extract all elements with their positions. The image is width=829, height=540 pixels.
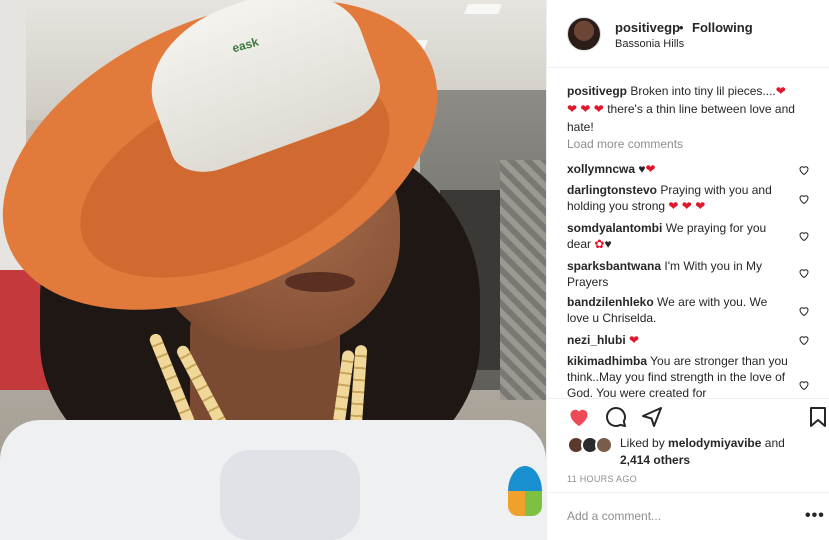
post-timestamp[interactable]: 11 HOURS AGO (567, 474, 637, 484)
caption-text: Broken into tiny lil pieces.... (630, 84, 776, 98)
comment-username[interactable]: nezi_hlubi (567, 333, 626, 347)
share-arrow-icon[interactable] (640, 405, 666, 431)
likes-prefix: Liked by (620, 436, 665, 450)
comment-item: sparksbantwana I'm With you in My Prayer… (567, 258, 789, 290)
photo-shirt-logo (508, 466, 542, 516)
photo-ceiling-light (464, 4, 502, 14)
bookmark-icon[interactable] (806, 405, 829, 431)
likes-count-link[interactable]: 2,414 others (620, 453, 690, 467)
comment-like-heart-icon[interactable] (798, 378, 812, 392)
photo-lips (285, 272, 355, 292)
header-separator: • (679, 20, 684, 35)
comment-username[interactable]: bandzilenhleko (567, 295, 654, 309)
comment-like-heart-icon[interactable] (798, 304, 812, 318)
comment-item: kikimadhimba You are stronger than you t… (567, 353, 789, 398)
load-more-comments-button[interactable]: Load more comments (567, 137, 683, 151)
heart-icon[interactable] (567, 405, 593, 431)
add-comment-input[interactable] (567, 509, 787, 523)
comment-like-heart-icon[interactable] (798, 229, 812, 243)
red-heart-emoji: ❤ (629, 333, 640, 347)
comment-item: nezi_hlubi ❤ (567, 332, 789, 348)
comment-username[interactable]: somdyalantombi (567, 221, 662, 235)
red-heart-emoji: ❤ (645, 162, 656, 176)
red-heart-emoji: ❤ ❤ ❤ (668, 199, 706, 213)
author-avatar[interactable] (567, 17, 601, 51)
comments-list[interactable]: positivegp Broken into tiny lil pieces..… (547, 68, 829, 398)
photo-stone-wall (500, 160, 546, 400)
comment-like-heart-icon[interactable] (798, 333, 812, 347)
post-header: positivegp • Following Bassonia Hills (547, 0, 829, 68)
comment-item: xollymncwa ♥❤ (567, 161, 789, 177)
comment-username[interactable]: sparksbantwana (567, 259, 661, 273)
liker-avatar[interactable] (595, 436, 613, 454)
following-button[interactable]: Following (692, 20, 753, 35)
rose-emoji: ✿ (594, 237, 605, 251)
caption-username[interactable]: positivegp (567, 84, 627, 98)
likes-and: and (764, 436, 785, 450)
more-options-icon[interactable]: ••• (805, 507, 825, 525)
comment-like-heart-icon[interactable] (798, 163, 812, 177)
photo-shirt-fold (220, 450, 360, 540)
comment-username[interactable]: xollymncwa (567, 162, 635, 176)
comment-item: darlingtonstevo Praying with you and hol… (567, 182, 789, 214)
post-side-panel: positivegp • Following Bassonia Hills po… (546, 0, 829, 540)
add-comment-bar: ••• (547, 492, 829, 540)
liker-username[interactable]: melodymiyavibe (668, 436, 761, 450)
author-username[interactable]: positivegp (615, 20, 680, 35)
black-heart-emoji: ♥ (604, 237, 612, 251)
comment-like-heart-icon[interactable] (798, 266, 812, 280)
black-heart-emoji: ♥ (638, 162, 646, 176)
comment-like-heart-icon[interactable] (798, 192, 812, 206)
comment-username[interactable]: kikimadhimba (567, 354, 647, 368)
red-heart-emoji: ❤ ❤ ❤ (567, 102, 604, 116)
likes-summary: Liked by melodymiyavibe and 2,414 others (547, 430, 829, 470)
post-location[interactable]: Bassonia Hills (615, 38, 684, 50)
comment-item: bandzilenhleko We are with you. We love … (567, 294, 789, 326)
likes-text: Liked by melodymiyavibe and 2,414 others (620, 435, 820, 469)
comment-item: somdyalantombi We praying for you dear ✿… (567, 220, 789, 252)
comment-username[interactable]: darlingtonstevo (567, 183, 657, 197)
comment-bubble-icon[interactable] (604, 405, 630, 431)
post-photo[interactable]: eask (0, 0, 546, 540)
red-heart-emoji: ❤ (775, 84, 786, 98)
post-caption: positivegp Broken into tiny lil pieces..… (567, 82, 815, 136)
